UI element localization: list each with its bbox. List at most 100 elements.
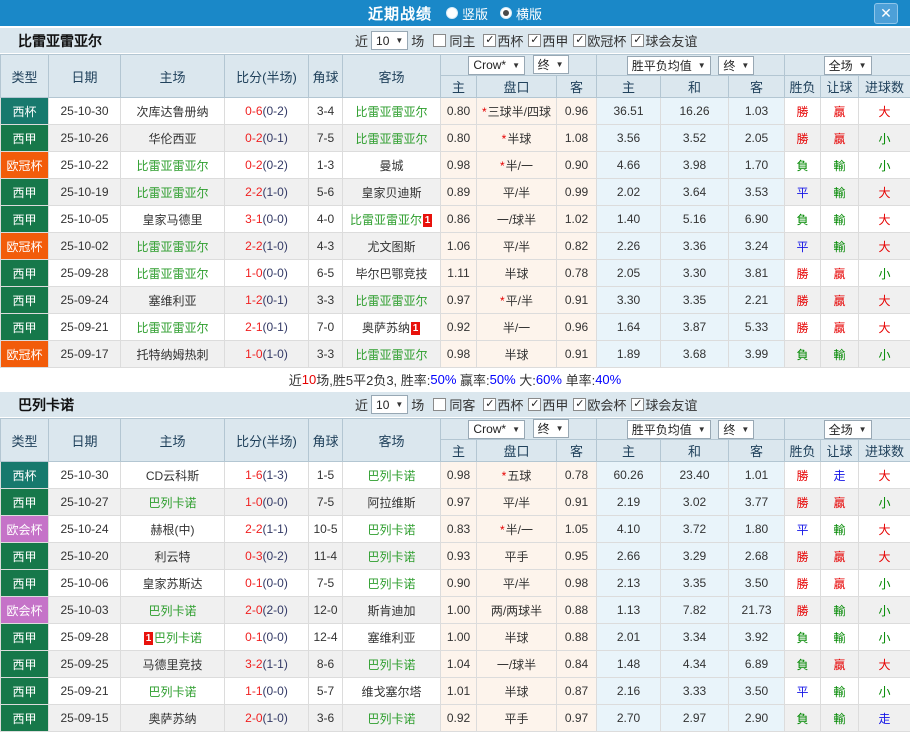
fulltime-score: 0-6 xyxy=(245,104,263,118)
result-handicap: 輸 xyxy=(820,178,860,206)
close-button[interactable]: ✕ xyxy=(874,3,898,24)
handicap-line: *半/一 xyxy=(476,151,557,179)
col-home: 主场 xyxy=(120,418,225,462)
avg-away-odds: 3.24 xyxy=(728,232,786,260)
home-team: 托特纳姆热刺 xyxy=(120,340,225,368)
team-name: 奥萨苏纳 xyxy=(148,711,197,726)
bookmaker-select[interactable]: Crow* ▼ xyxy=(468,419,526,439)
bookmaker-select[interactable]: Crow* ▼ xyxy=(468,55,526,75)
avg-draw-odds: 3.02 xyxy=(660,488,730,516)
avg-home-odds: 60.26 xyxy=(596,461,662,489)
odds-stage-select[interactable]: 终 ▼ xyxy=(532,419,569,439)
result-goals: 大 xyxy=(858,97,910,125)
result-handicap: 贏 xyxy=(820,286,860,314)
league-filter-label: 欧会杯 xyxy=(587,398,627,413)
result-wdl: 勝 xyxy=(784,124,822,152)
corner-score: 7-5 xyxy=(308,124,343,152)
avg-home-odds: 2.26 xyxy=(596,232,662,260)
league-filter-checkbox[interactable]: ✓ xyxy=(528,34,542,47)
handicap-change-star: * xyxy=(499,158,505,173)
avg-home-odds: 1.40 xyxy=(596,205,662,233)
result-goals: 走 xyxy=(858,704,910,732)
away-team: 巴列卡诺 xyxy=(342,461,441,489)
result-wdl: 負 xyxy=(784,340,822,368)
avg-home-odds: 1.64 xyxy=(596,313,662,341)
team-name: 塞维利亚 xyxy=(367,630,416,645)
col-corner: 角球 xyxy=(308,418,343,462)
result-wdl: 勝 xyxy=(784,488,822,516)
match-score: 0-1(0-0) xyxy=(224,569,309,597)
chevron-down-icon: ▼ xyxy=(555,60,564,70)
odds-stage-value: 终 xyxy=(537,58,550,73)
same-venue-checkbox[interactable] xyxy=(433,34,447,47)
result-goals: 小 xyxy=(858,259,910,287)
avg-stage-select[interactable]: 终 ▼ xyxy=(718,55,755,75)
result-goals: 大 xyxy=(858,515,910,543)
match-date: 25-10-19 xyxy=(48,178,121,206)
handicap-line: *三球半/四球 xyxy=(476,97,557,125)
scope-select[interactable]: 全场 ▼ xyxy=(823,419,872,439)
games-count-select[interactable]: 10 ▼ xyxy=(371,31,409,50)
match-date: 25-09-21 xyxy=(48,313,121,341)
games-count-select[interactable]: 10 ▼ xyxy=(371,395,409,414)
result-goals: 小 xyxy=(858,623,910,651)
scope-select[interactable]: 全场 ▼ xyxy=(823,55,872,75)
league-type-badge: 西甲 xyxy=(0,623,49,651)
league-filter-checkbox[interactable]: ✓ xyxy=(483,34,497,47)
league-type-badge: 西杯 xyxy=(0,97,49,125)
league-filter-label: 西甲 xyxy=(542,34,569,49)
league-filter-label: 球会友谊 xyxy=(645,34,698,49)
avg-away-odds: 3.50 xyxy=(728,677,786,705)
avg-type-select[interactable]: 胜平负均值 ▼ xyxy=(626,55,711,75)
col-type: 类型 xyxy=(0,54,49,98)
match-date: 25-09-28 xyxy=(48,259,121,287)
home-odds: 0.80 xyxy=(440,124,477,152)
result-handicap: 輸 xyxy=(820,677,860,705)
team-section-1: 比雷亚雷亚尔 近 10 ▼ 场 同主 ✓ 西杯 ✓ 西甲 ✓ 欧冠杯 ✓ 球会友谊 xyxy=(0,28,910,390)
home-team: 赫根(中) xyxy=(120,515,225,543)
team-name: 巴列卡诺 xyxy=(367,468,416,483)
league-filter-checkbox[interactable]: ✓ xyxy=(573,398,587,411)
avg-type-select[interactable]: 胜平负均值 ▼ xyxy=(626,419,711,439)
team-name: 巴列卡诺 xyxy=(148,684,197,699)
match-date: 25-10-24 xyxy=(48,515,121,543)
away-odds: 0.78 xyxy=(555,259,598,287)
match-score: 0-2(0-1) xyxy=(224,124,309,152)
match-date: 25-09-28 xyxy=(48,623,121,651)
home-odds: 0.93 xyxy=(440,542,477,570)
halftime-score: (0-0) xyxy=(262,266,288,280)
bookmaker-value: Crow* xyxy=(473,58,507,73)
handicap-line: 平/半 xyxy=(476,569,557,597)
avg-away-odds: 3.99 xyxy=(728,340,786,368)
away-odds: 0.96 xyxy=(555,97,598,125)
odds-stage-value: 终 xyxy=(537,422,550,437)
away-odds: 0.91 xyxy=(555,340,598,368)
team-name: 阿拉维斯 xyxy=(367,495,416,510)
avg-stage-select[interactable]: 终 ▼ xyxy=(718,419,755,439)
avg-draw-odds: 3.29 xyxy=(660,542,730,570)
league-filter-checkbox[interactable]: ✓ xyxy=(573,34,587,47)
avg-draw-odds: 3.87 xyxy=(660,313,730,341)
radio-vertical-layout[interactable]: 竖版 xyxy=(445,4,488,23)
odds-stage-select[interactable]: 终 ▼ xyxy=(532,55,569,75)
result-wdl: 勝 xyxy=(784,542,822,570)
home-odds: 0.90 xyxy=(440,569,477,597)
chevron-down-icon: ▼ xyxy=(858,60,867,70)
same-venue-checkbox[interactable] xyxy=(433,398,447,411)
league-filter-checkbox[interactable]: ✓ xyxy=(631,34,645,47)
team-name: 皇家苏斯达 xyxy=(142,576,203,591)
handicap-change-star: * xyxy=(481,104,487,119)
league-filter-checkbox[interactable]: ✓ xyxy=(631,398,645,411)
result-handicap: 走 xyxy=(820,461,860,489)
team-name: CD云科斯 xyxy=(145,468,200,483)
chevron-down-icon: ▼ xyxy=(512,60,521,70)
match-score: 0-6(0-2) xyxy=(224,97,309,125)
league-filter-checkbox[interactable]: ✓ xyxy=(528,398,542,411)
radio-horizontal-layout[interactable]: 横版 xyxy=(500,4,542,23)
away-team: 巴列卡诺 xyxy=(342,542,441,570)
home-odds: 0.86 xyxy=(440,205,477,233)
result-goals: 小 xyxy=(858,488,910,516)
league-filter-checkbox[interactable]: ✓ xyxy=(483,398,497,411)
radio-vertical-label: 竖版 xyxy=(461,6,488,22)
avg-away-odds: 1.03 xyxy=(728,97,786,125)
